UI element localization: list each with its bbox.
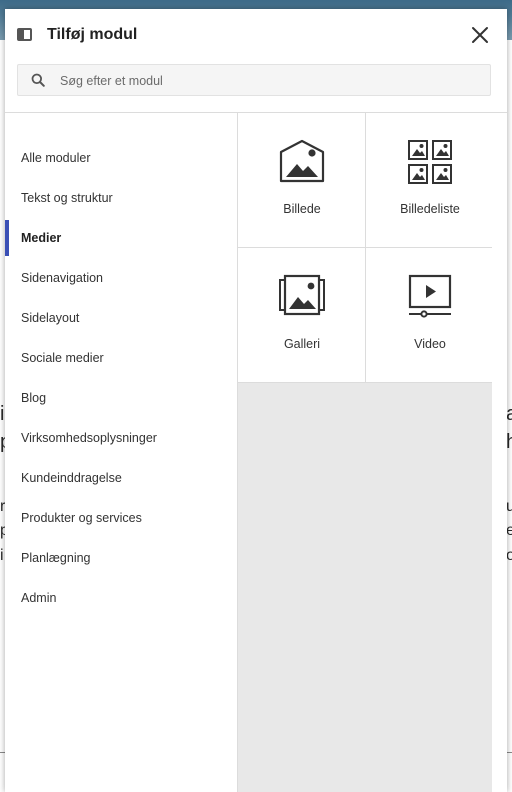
module-grid: Billede Billedeliste Galleri Video [238,113,494,383]
close-icon [472,27,488,43]
sidebar-item-sidelayout[interactable]: Sidelayout [5,298,237,338]
sidebar-item-planlaegning[interactable]: Planlægning [5,538,237,578]
background-text: i [0,403,5,425]
sidebar-item-label: Medier [21,231,62,245]
sidebar-item-label: Kundeinddragelse [21,471,122,485]
module-tile-video[interactable]: Video [366,248,494,383]
sidebar-item-sociale-medier[interactable]: Sociale medier [5,338,237,378]
sidebar-item-label: Virksomhedsoplysninger [21,431,157,445]
panel-icon [17,28,32,41]
image-icon [279,139,325,183]
sidebar-item-alle-moduler[interactable]: Alle moduler [5,138,237,178]
module-tile-billedeliste[interactable]: Billedeliste [366,113,494,248]
gallery-icon [279,274,325,316]
video-icon [408,274,452,318]
modal-header: Tilføj modul [5,9,507,63]
module-label: Galleri [283,337,321,351]
close-button[interactable] [469,24,491,46]
sidebar-item-label: Planlægning [21,551,91,565]
search-field[interactable] [17,64,491,97]
module-label: Billede [283,202,321,216]
sidebar-item-label: Sidenavigation [21,271,104,285]
sidebar-item-label: Blog [21,391,47,405]
sidebar-item-label: Admin [21,591,57,605]
grid-divider [238,382,493,383]
module-content-area: Billede Billedeliste Galleri Video [237,113,494,792]
sidebar-item-tekst-og-struktur[interactable]: Tekst og struktur [5,178,237,218]
module-label: Video [414,337,446,351]
sidebar-item-medier[interactable]: Medier [5,218,237,258]
sidebar-item-produkter-og-services[interactable]: Produkter og services [5,498,237,538]
image-list-icon [408,140,452,184]
sidebar-item-sidenavigation[interactable]: Sidenavigation [5,258,237,298]
grid-divider [238,247,493,248]
modal-title: Tilføj modul [47,26,138,43]
module-tile-galleri[interactable]: Galleri [238,248,366,383]
sidebar-item-virksomhedsoplysninger[interactable]: Virksomhedsoplysninger [5,418,237,458]
sidebar-item-label: Tekst og struktur [21,191,113,205]
background-text: i [0,547,4,564]
sidebar-item-label: Alle moduler [21,151,91,165]
module-tile-billede[interactable]: Billede [238,113,366,248]
sidebar-item-kundeinddragelse[interactable]: Kundeinddragelse [5,458,237,498]
sidebar-item-admin[interactable]: Admin [5,578,237,618]
sidebar-item-label: Sidelayout [21,311,80,325]
search-input[interactable] [58,65,482,97]
sidebar-item-label: Produkter og services [21,511,142,525]
search-icon [31,73,45,87]
add-module-modal: Tilføj modul Alle moduler Tekst og struk… [5,9,507,792]
sidebar-item-blog[interactable]: Blog [5,378,237,418]
sidebar-item-label: Sociale medier [21,351,104,365]
content-right-gutter [492,113,507,792]
module-label: Billedeliste [400,202,460,216]
category-sidebar: Alle moduler Tekst og struktur Medier Si… [5,113,237,792]
